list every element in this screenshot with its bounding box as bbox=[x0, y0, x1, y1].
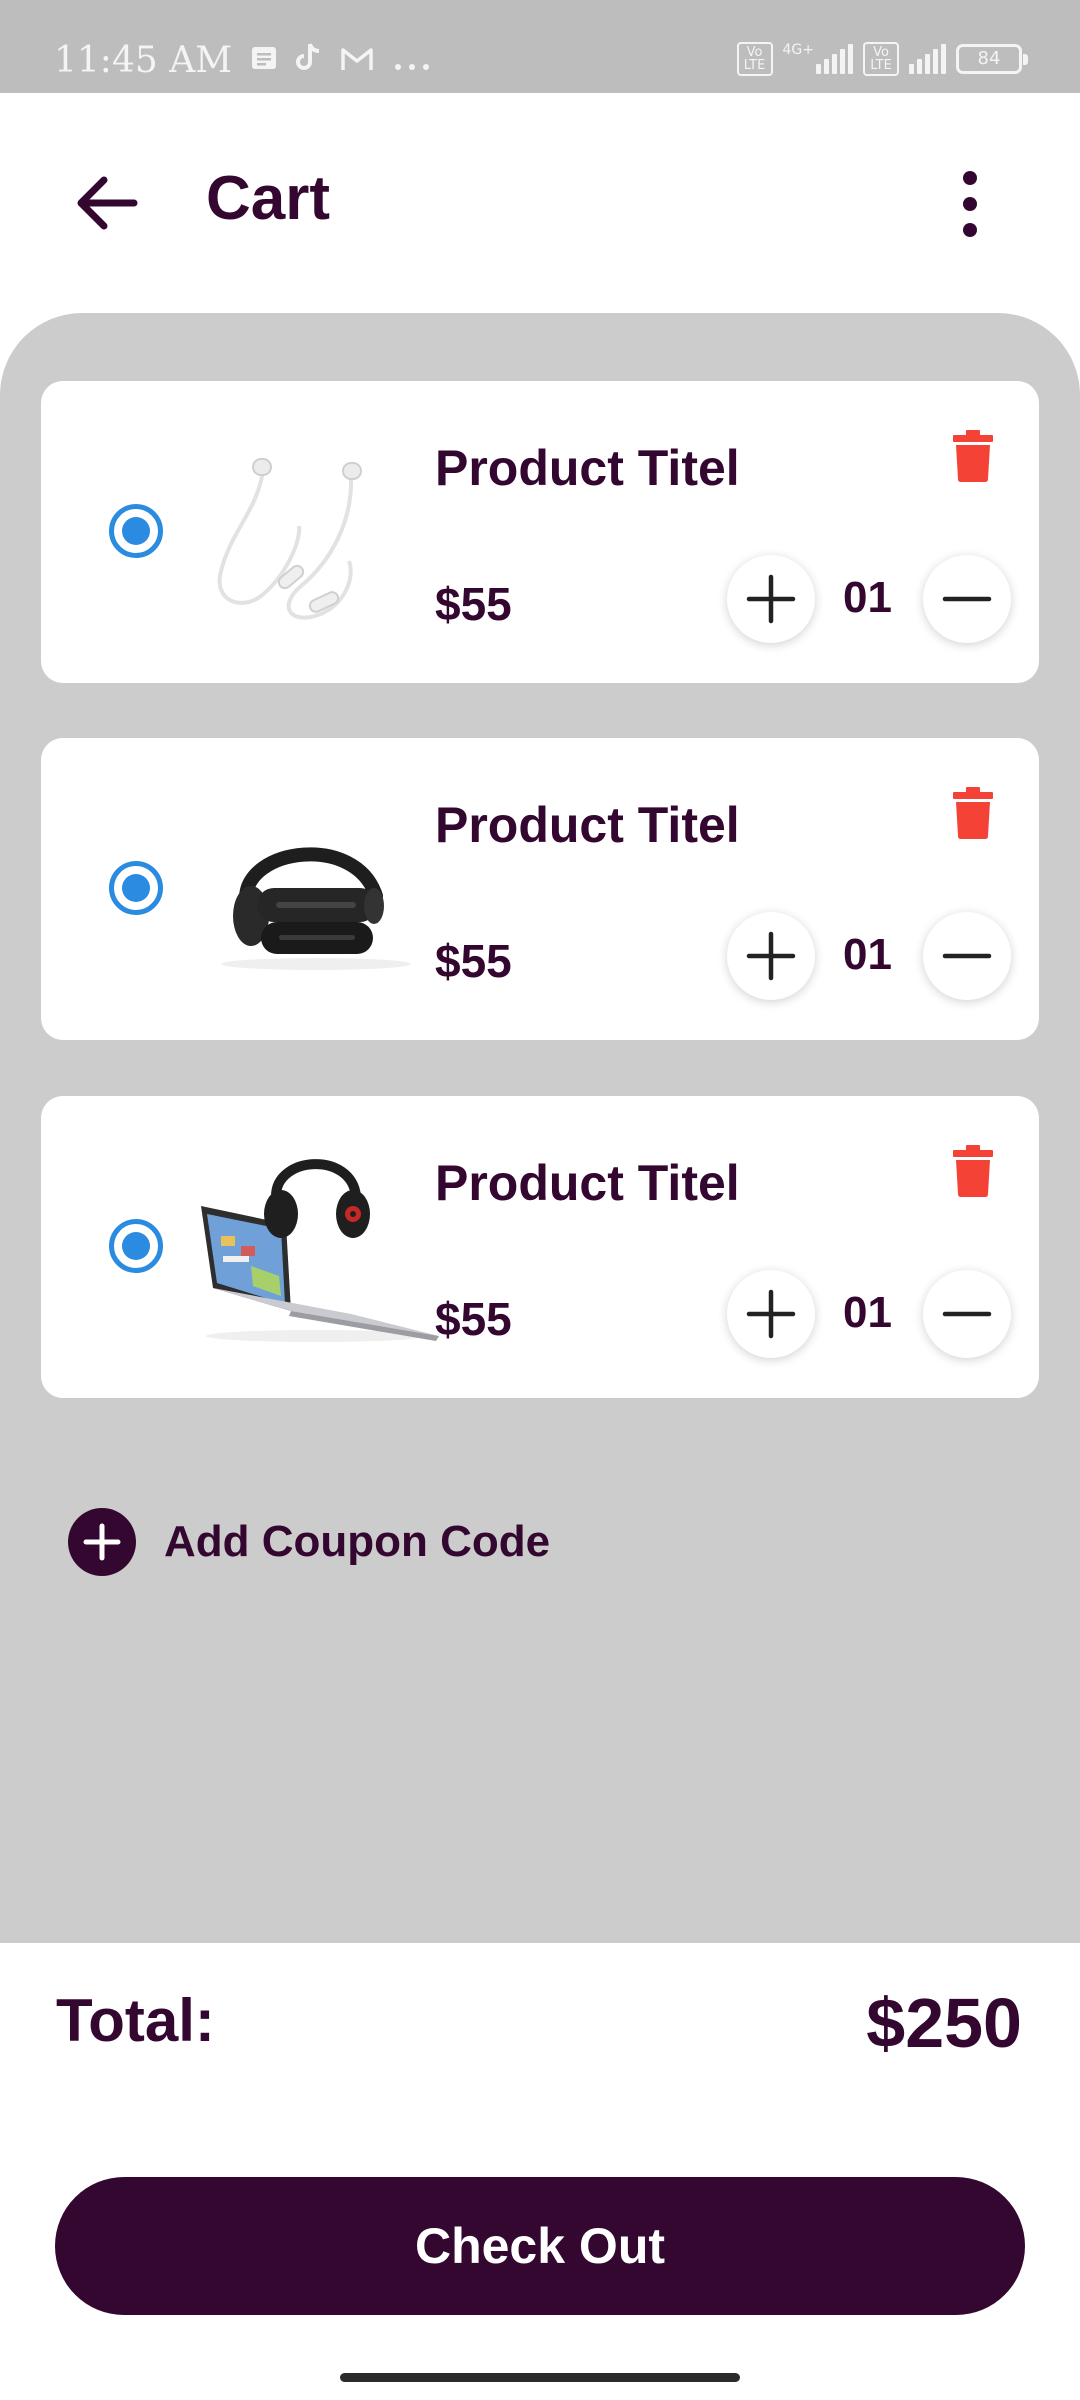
add-coupon-label: Add Coupon Code bbox=[164, 1517, 551, 1566]
plus-icon bbox=[746, 931, 796, 981]
more-vertical-icon bbox=[963, 171, 977, 237]
volte-badge-1: Vo LTE bbox=[736, 42, 773, 76]
product-image-headphones bbox=[191, 778, 441, 998]
product-price: $55 bbox=[435, 578, 512, 630]
tiktok-icon bbox=[296, 42, 322, 80]
select-radio[interactable] bbox=[109, 861, 163, 915]
trash-icon bbox=[953, 787, 993, 839]
total-value: $250 bbox=[866, 1984, 1022, 2062]
plus-icon bbox=[746, 1289, 796, 1339]
status-right: Vo LTE 4G+ Vo LTE 84 bbox=[736, 42, 1028, 76]
plus-icon bbox=[746, 574, 796, 624]
quantity-value: 01 bbox=[843, 573, 892, 622]
checkout-footer: Total: $250 Check Out bbox=[0, 1943, 1080, 2400]
gmail-icon bbox=[340, 42, 374, 80]
product-title: Product Titel bbox=[435, 440, 740, 496]
product-title: Product Titel bbox=[435, 797, 740, 853]
minus-icon bbox=[942, 953, 992, 959]
more-dots-icon bbox=[392, 42, 432, 80]
arrow-left-icon bbox=[77, 176, 138, 230]
minus-icon bbox=[942, 1311, 992, 1317]
delete-button[interactable] bbox=[953, 1144, 993, 1198]
increase-quantity-button[interactable] bbox=[727, 1270, 815, 1358]
app-header: Cart bbox=[0, 93, 1080, 313]
select-radio[interactable] bbox=[109, 504, 163, 558]
decrease-quantity-button[interactable] bbox=[923, 1270, 1011, 1358]
message-icon bbox=[250, 42, 278, 80]
delete-button[interactable] bbox=[953, 429, 993, 483]
product-title: Product Titel bbox=[435, 1155, 740, 1211]
increase-quantity-button[interactable] bbox=[727, 555, 815, 643]
volte-badge-2: Vo LTE bbox=[863, 42, 899, 76]
status-time: 11:45 AM bbox=[54, 40, 233, 81]
decrease-quantity-button[interactable] bbox=[923, 912, 1011, 1000]
quantity-value: 01 bbox=[843, 1288, 892, 1337]
product-image-laptop-headphones bbox=[191, 1136, 441, 1356]
signal-icon-2 bbox=[909, 44, 946, 74]
signal-icon bbox=[816, 44, 853, 74]
decrease-quantity-button[interactable] bbox=[923, 555, 1011, 643]
product-price: $55 bbox=[435, 1293, 512, 1345]
product-image-earphones bbox=[191, 421, 441, 641]
quantity-value: 01 bbox=[843, 930, 892, 979]
status-bar: 11:45 AM Vo LTE 4G+ Vo LTE 84 bbox=[0, 0, 1080, 93]
plus-circle-icon bbox=[68, 1508, 136, 1576]
battery-icon: 84 bbox=[956, 44, 1028, 74]
page-title: Cart bbox=[206, 164, 331, 233]
home-indicator[interactable] bbox=[340, 2373, 740, 2382]
minus-icon bbox=[942, 596, 992, 602]
network-type: 4G+ bbox=[782, 42, 815, 58]
select-radio[interactable] bbox=[109, 1219, 163, 1273]
back-button[interactable] bbox=[72, 168, 152, 238]
more-options-button[interactable] bbox=[945, 169, 995, 239]
trash-icon bbox=[953, 430, 993, 482]
cart-item: Product Titel $55 01 bbox=[41, 381, 1039, 683]
cart-panel: Product Titel $55 01 Product Titel $55 0… bbox=[0, 313, 1080, 1943]
total-label: Total: bbox=[56, 1987, 215, 2054]
checkout-button[interactable]: Check Out bbox=[55, 2177, 1025, 2315]
status-left: 11:45 AM bbox=[54, 40, 432, 81]
add-coupon-button[interactable]: Add Coupon Code bbox=[68, 1508, 550, 1576]
cart-item: Product Titel $55 01 bbox=[41, 1096, 1039, 1398]
delete-button[interactable] bbox=[953, 786, 993, 840]
trash-icon bbox=[953, 1145, 993, 1197]
cart-item: Product Titel $55 01 bbox=[41, 738, 1039, 1040]
product-price: $55 bbox=[435, 935, 512, 987]
increase-quantity-button[interactable] bbox=[727, 912, 815, 1000]
